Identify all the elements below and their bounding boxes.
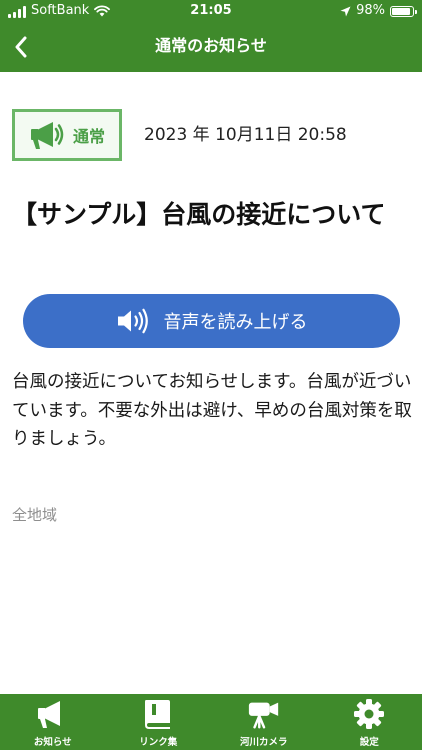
tab-links-label: リンク集	[139, 737, 178, 748]
tab-notices-label: お知らせ	[33, 737, 72, 748]
tab-notices[interactable]: お知らせ	[0, 694, 106, 750]
status-bar: SoftBank 21:05 98%	[0, 0, 422, 22]
app-header: SoftBank 21:05 98% 通常のお知らせ	[0, 0, 422, 72]
gear-icon	[352, 699, 386, 729]
category-label: 通常	[72, 127, 105, 146]
tab-settings-label: 設定	[359, 737, 379, 748]
book-icon	[141, 699, 175, 729]
speaker-icon	[117, 308, 148, 334]
target-area: 全地域	[12, 506, 58, 524]
tab-settings[interactable]: 設定	[317, 694, 422, 750]
category-badge: 通常	[12, 109, 122, 161]
location-arrow-icon	[340, 6, 351, 16]
battery-cap	[415, 9, 417, 14]
tab-bar: お知らせ リンク集 河川カメラ 設定	[0, 694, 422, 750]
notice-datetime: 2023 年 10月11日 20:58	[144, 125, 347, 145]
battery-fill	[392, 7, 410, 15]
megaphone-icon	[30, 122, 64, 149]
tab-links[interactable]: リンク集	[106, 694, 212, 750]
read-aloud-button[interactable]: 音声を読み上げる	[23, 294, 400, 348]
navigation-bar: 通常のお知らせ	[0, 22, 422, 72]
video-camera-icon	[247, 699, 281, 729]
read-aloud-label: 音声を読み上げる	[163, 312, 308, 333]
tab-river-camera[interactable]: 河川カメラ	[211, 694, 317, 750]
notice-body: 台風の接近についてお知らせします。台風が近づいています。不要な外出は避け、早めの…	[12, 372, 412, 449]
megaphone-icon	[36, 699, 70, 729]
battery-percentage: 98%	[356, 3, 385, 18]
status-right: 98%	[340, 0, 417, 22]
battery-icon	[390, 5, 417, 17]
notice-meta: 通常 2023 年 10月11日 20:58	[12, 109, 412, 165]
page-title: 通常のお知らせ	[155, 36, 267, 55]
notice-title: 【サンプル】台風の接近について	[12, 200, 386, 229]
tab-river-camera-label: 河川カメラ	[239, 737, 288, 748]
